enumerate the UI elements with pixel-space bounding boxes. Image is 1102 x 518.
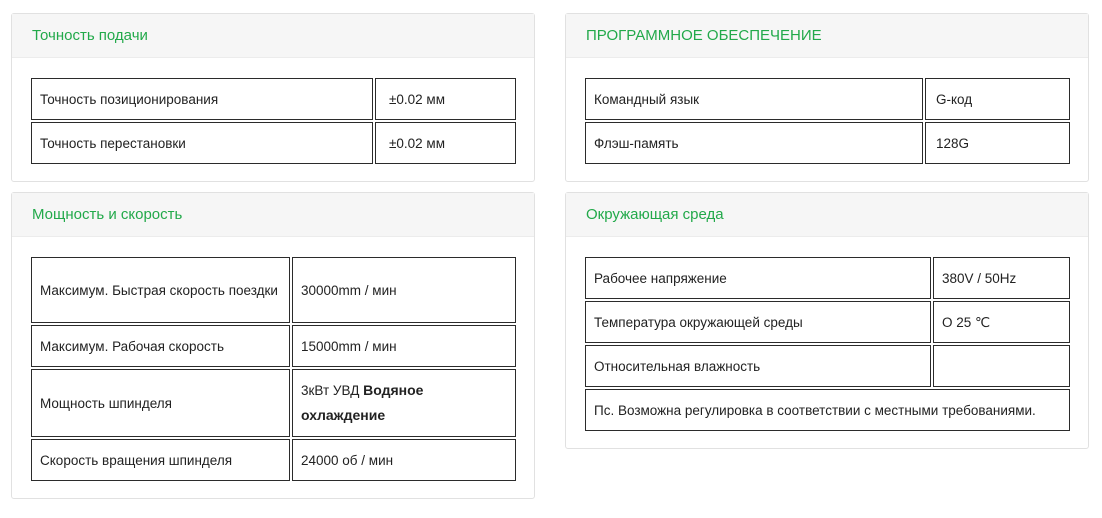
spec-value: 380V / 50Hz — [933, 257, 1070, 299]
environment-panel: Окружающая среда Рабочее напряжение 380V… — [565, 192, 1089, 449]
feed-accuracy-table: Точность позиционирования ±0.02 мм Точно… — [29, 76, 518, 166]
power-speed-table: Максимум. Быстрая скорость поездки 30000… — [29, 255, 518, 483]
spec-label: Относительная влажность — [585, 345, 931, 387]
spec-label: Скорость вращения шпинделя — [31, 439, 290, 481]
spec-value: 15000mm / мин — [292, 325, 516, 367]
table-row: Максимум. Быстрая скорость поездки 30000… — [31, 257, 516, 323]
software-table: Командный язык G-код Флэш-память 128G — [583, 76, 1072, 166]
spec-value: 3кВт УВД Водяное охлаждение — [292, 369, 516, 437]
feed-accuracy-title: Точность подачи — [12, 14, 534, 58]
table-row: Мощность шпинделя 3кВт УВД Водяное охлаж… — [31, 369, 516, 437]
table-row: Рабочее напряжение 380V / 50Hz — [585, 257, 1070, 299]
spec-value: 128G — [925, 122, 1070, 164]
table-row: Скорость вращения шпинделя 24000 об / ми… — [31, 439, 516, 481]
spec-label: Температура окружающей среды — [585, 301, 931, 343]
spec-value: O 25 ℃ — [933, 301, 1070, 343]
spec-value: ±0.02 мм — [375, 122, 516, 164]
spec-value — [933, 345, 1070, 387]
spec-label: Мощность шпинделя — [31, 369, 290, 437]
spec-label: Флэш-память — [585, 122, 923, 164]
table-row: Командный язык G-код — [585, 78, 1070, 120]
spec-value: 30000mm / мин — [292, 257, 516, 323]
software-panel: ПРОГРАММНОЕ ОБЕСПЕЧЕНИЕ Командный язык G… — [565, 13, 1089, 182]
environment-table: Рабочее напряжение 380V / 50Hz Температу… — [583, 255, 1072, 433]
spec-label: Максимум. Быстрая скорость поездки — [31, 257, 290, 323]
power-speed-title: Мощность и скорость — [12, 193, 534, 237]
spec-value: 24000 об / мин — [292, 439, 516, 481]
software-title: ПРОГРАММНОЕ ОБЕСПЕЧЕНИЕ — [566, 14, 1088, 58]
power-speed-panel: Мощность и скорость Максимум. Быстрая ск… — [11, 192, 535, 499]
table-row: Точность позиционирования ±0.02 мм — [31, 78, 516, 120]
spec-value: ±0.02 мм — [375, 78, 516, 120]
table-row: Относительная влажность — [585, 345, 1070, 387]
table-row: Флэш-память 128G — [585, 122, 1070, 164]
spec-value: G-код — [925, 78, 1070, 120]
environment-title: Окружающая среда — [566, 193, 1088, 237]
spec-label: Рабочее напряжение — [585, 257, 931, 299]
table-row: Пс. Возможна регулировка в соответствии … — [585, 389, 1070, 431]
spec-label: Точность перестановки — [31, 122, 373, 164]
spec-label: Максимум. Рабочая скорость — [31, 325, 290, 367]
spec-label: Точность позиционирования — [31, 78, 373, 120]
environment-note: Пс. Возможна регулировка в соответствии … — [585, 389, 1070, 431]
table-row: Точность перестановки ±0.02 мм — [31, 122, 516, 164]
table-row: Температура окружающей среды O 25 ℃ — [585, 301, 1070, 343]
spec-label: Командный язык — [585, 78, 923, 120]
spindle-type-text: 3кВт УВД — [301, 383, 360, 398]
feed-accuracy-panel: Точность подачи Точность позиционировани… — [11, 13, 535, 182]
table-row: Максимум. Рабочая скорость 15000mm / мин — [31, 325, 516, 367]
